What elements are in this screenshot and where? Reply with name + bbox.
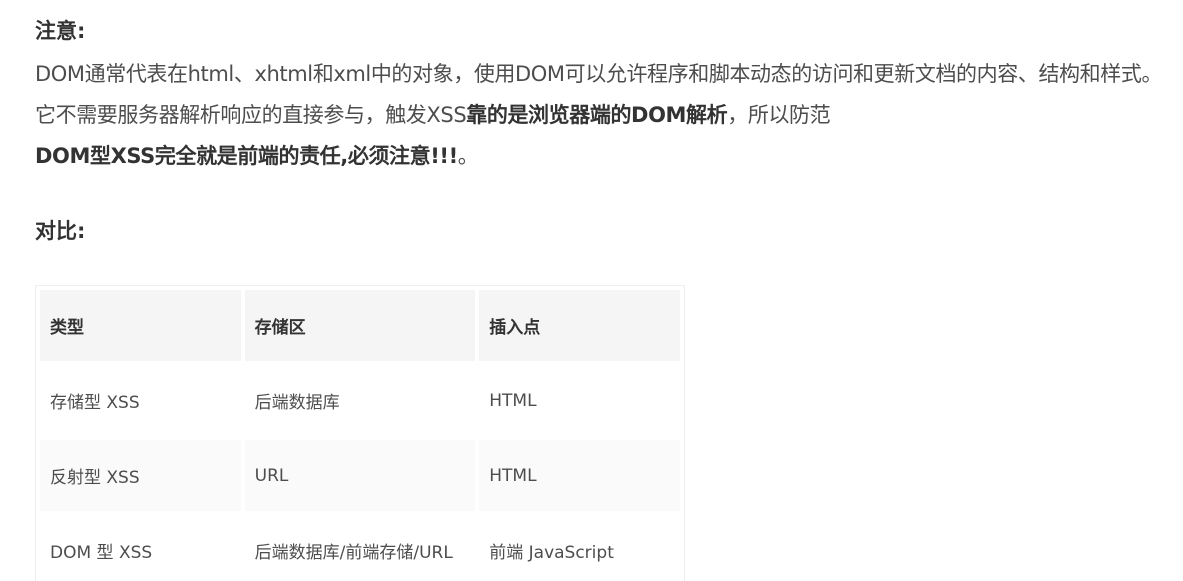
- header-storage: 存储区: [244, 290, 476, 361]
- cell-type: DOM 型 XSS: [50, 543, 153, 563]
- paragraph-bold-1: 靠的是浏览器端的DOM解析: [466, 103, 728, 127]
- cell-storage: URL: [244, 440, 476, 511]
- header-type: 类型: [40, 290, 241, 361]
- compare-heading: 对比:: [35, 219, 86, 243]
- paragraph-text-2: ，所以防范: [727, 103, 831, 127]
- cell-insertion-point: HTML: [479, 440, 680, 511]
- comparison-table-container: 类型 存储区 插入点 存储型 XSS 后端数据库 HTML 反射型 XSS UR…: [35, 285, 685, 581]
- table-row: 存储型 XSS 后端数据库 HTML: [40, 365, 680, 436]
- cell-insertion-point: 前端 JavaScript: [489, 543, 614, 563]
- cell-insertion-point: HTML: [489, 390, 537, 411]
- cell-type: 反射型 XSS: [40, 440, 241, 511]
- table-row: 反射型 XSS URL HTML: [40, 440, 680, 511]
- paragraph-text-3: 。: [457, 144, 479, 168]
- cell-storage: 后端数据库/前端存储/URL: [254, 543, 453, 563]
- cell-storage: 后端数据库: [254, 393, 340, 413]
- comparison-table: 类型 存储区 插入点 存储型 XSS 后端数据库 HTML 反射型 XSS UR…: [36, 286, 684, 581]
- table-row: DOM 型 XSS 后端数据库/前端存储/URL 前端 JavaScript: [40, 515, 680, 581]
- dom-description-paragraph: DOM通常代表在html、xhtml和xml中的对象，使用DOM可以允许程序和脚…: [35, 54, 1165, 177]
- table-header-row: 类型 存储区 插入点: [40, 290, 680, 361]
- paragraph-bold-2: DOM型XSS完全就是前端的责任,必须注意!!!: [35, 144, 458, 168]
- cell-type: 存储型 XSS: [50, 393, 140, 413]
- header-insertion-point: 插入点: [479, 290, 680, 361]
- note-heading: 注意:: [35, 19, 86, 43]
